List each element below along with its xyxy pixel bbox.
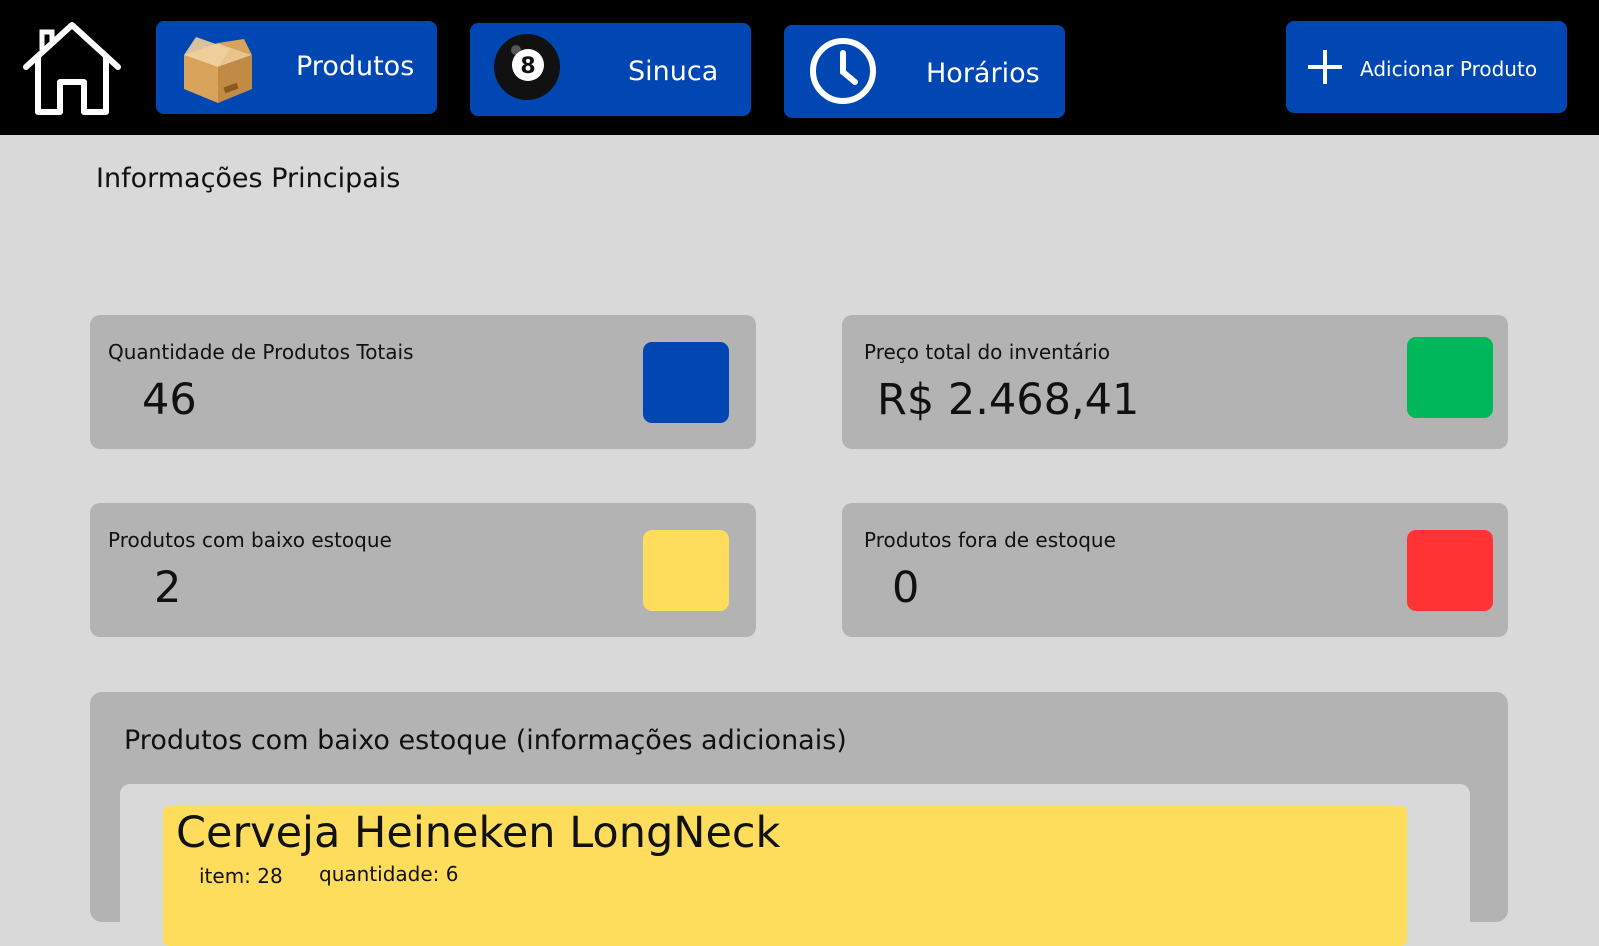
plus-icon xyxy=(1308,50,1342,84)
list-item[interactable]: Cerveja Heineken LongNeck item: 28 quant… xyxy=(163,806,1407,946)
yellow-indicator xyxy=(643,530,729,611)
horarios-button[interactable]: Horários xyxy=(784,25,1065,118)
sinuca-label: Sinuca xyxy=(628,56,719,87)
product-name: Cerveja Heineken LongNeck xyxy=(176,808,781,858)
card-title: Produtos com baixo estoque xyxy=(108,528,392,552)
low-stock-card: Produtos com baixo estoque 2 xyxy=(90,503,756,637)
card-value: R$ 2.468,41 xyxy=(877,375,1140,425)
low-stock-details-panel: Produtos com baixo estoque (informações … xyxy=(90,692,1508,946)
box-icon xyxy=(184,37,252,103)
home-button[interactable] xyxy=(20,20,124,118)
low-stock-list: Cerveja Heineken LongNeck item: 28 quant… xyxy=(120,784,1470,946)
card-value: 0 xyxy=(892,563,920,613)
card-title: Quantidade de Produtos Totais xyxy=(108,340,414,364)
red-indicator xyxy=(1407,530,1493,611)
card-title: Preço total do inventário xyxy=(864,340,1110,364)
out-of-stock-card: Produtos fora de estoque 0 xyxy=(842,503,1508,637)
card-title: Produtos fora de estoque xyxy=(864,528,1116,552)
produtos-label: Produtos xyxy=(296,51,415,82)
home-icon xyxy=(23,22,121,115)
eight-ball-icon: 8 xyxy=(494,34,560,100)
product-item-number: item: 28 xyxy=(199,864,283,888)
card-value: 46 xyxy=(142,375,197,425)
clock-icon xyxy=(810,38,876,104)
inventory-price-card: Preço total do inventário R$ 2.468,41 xyxy=(842,315,1508,449)
svg-text:8: 8 xyxy=(520,54,535,79)
blue-indicator xyxy=(643,342,729,423)
add-product-label: Adicionar Produto xyxy=(1360,57,1538,81)
top-navigation-bar: Produtos 8 Sinuca Horários Adicionar Pro… xyxy=(0,0,1599,135)
panel-title: Produtos com baixo estoque (informações … xyxy=(124,725,847,756)
card-value: 2 xyxy=(154,563,182,613)
sinuca-button[interactable]: 8 Sinuca xyxy=(470,23,751,116)
horarios-label: Horários xyxy=(926,58,1040,89)
add-product-button[interactable]: Adicionar Produto xyxy=(1286,21,1567,113)
produtos-button[interactable]: Produtos xyxy=(156,21,437,114)
product-quantity: quantidade: 6 xyxy=(319,862,459,886)
green-indicator xyxy=(1407,337,1493,418)
page-title: Informações Principais xyxy=(96,163,401,194)
total-products-card: Quantidade de Produtos Totais 46 xyxy=(90,315,756,449)
